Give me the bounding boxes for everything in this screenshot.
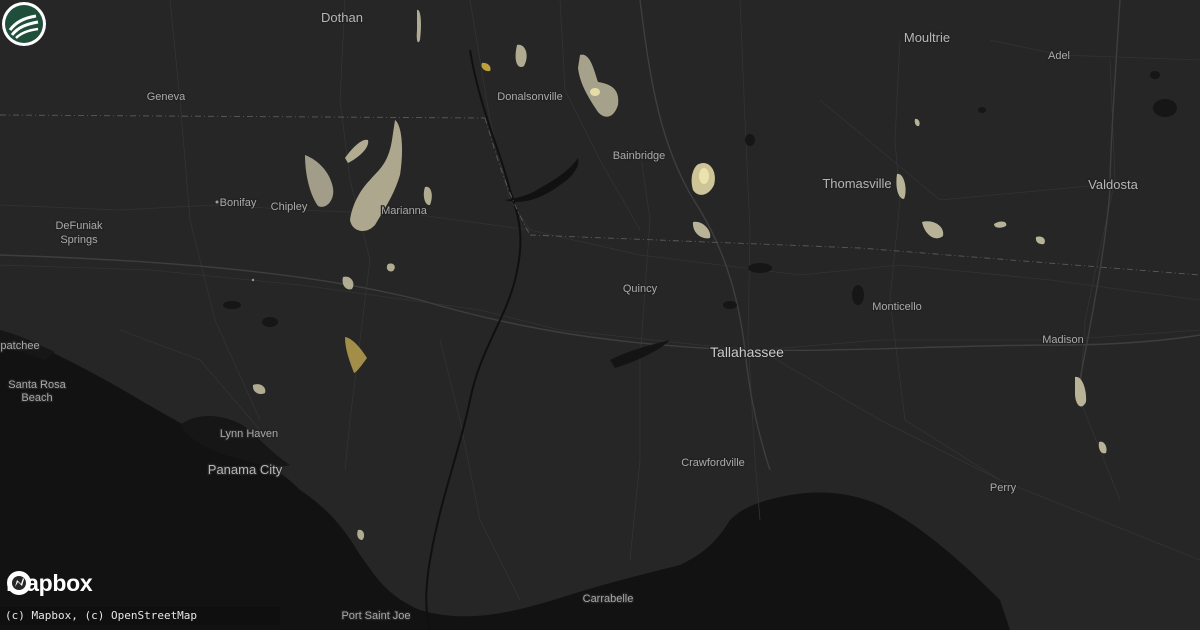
place-label: Bainbridge bbox=[613, 150, 666, 162]
place-label: Springs bbox=[60, 234, 98, 246]
weather-cell-core bbox=[699, 168, 709, 184]
place-label: Dothan bbox=[321, 10, 363, 25]
place-label: Quincy bbox=[623, 283, 658, 295]
place-label: DeFuniak bbox=[55, 220, 103, 232]
place-label: Geneva bbox=[147, 91, 186, 103]
place-label: Monticello bbox=[872, 301, 922, 313]
place-label: Valdosta bbox=[1088, 177, 1138, 192]
place-label: Tallahassee bbox=[710, 344, 784, 360]
place-label: Adel bbox=[1048, 50, 1070, 62]
mapbox-logo[interactable]: mapbox bbox=[6, 570, 93, 597]
place-label: Crawfordville bbox=[681, 457, 745, 469]
place-label: Carrabelle bbox=[583, 593, 634, 605]
place-label: Moultrie bbox=[904, 30, 950, 45]
place-label: Thomasville bbox=[822, 176, 891, 191]
place-label: patchee bbox=[0, 340, 39, 352]
place-label: Marianna bbox=[381, 205, 428, 217]
place-label: Port Saint Joe bbox=[341, 610, 410, 622]
map-canvas[interactable]: Dothan Geneva Donalsonville Bonifay Chip… bbox=[0, 0, 1200, 630]
place-label: Lynn Haven bbox=[220, 428, 278, 440]
town-dot bbox=[215, 200, 219, 204]
map-attribution[interactable]: (c) Mapbox, (c) OpenStreetMap bbox=[0, 607, 280, 625]
mapbox-logo-icon bbox=[7, 571, 31, 595]
place-label: Santa Rosa bbox=[8, 379, 66, 391]
map-view[interactable]: Dothan Geneva Donalsonville Bonifay Chip… bbox=[0, 0, 1200, 630]
place-label: Bonifay bbox=[220, 197, 257, 209]
place-label: Perry bbox=[990, 482, 1017, 494]
place-label: Beach bbox=[21, 392, 52, 404]
place-label: Donalsonville bbox=[497, 91, 562, 103]
weather-cell bbox=[386, 263, 395, 272]
weather-cell-core bbox=[590, 88, 600, 96]
site-badge-icon bbox=[2, 2, 46, 46]
place-label: Madison bbox=[1042, 334, 1084, 346]
town-dot bbox=[251, 278, 255, 282]
place-label: Panama City bbox=[208, 462, 283, 477]
place-label: Chipley bbox=[271, 201, 308, 213]
